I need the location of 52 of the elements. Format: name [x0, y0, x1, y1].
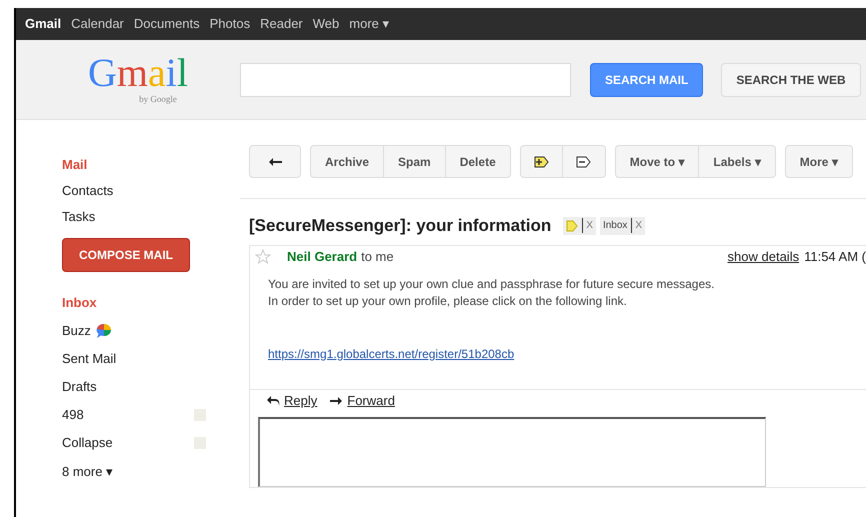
nav-link[interactable]: Photos	[210, 14, 250, 34]
back-button[interactable]	[249, 145, 301, 178]
toolbar-button[interactable]: Spam	[384, 145, 446, 178]
plus-tag-icon	[534, 156, 549, 168]
add-label-button[interactable]	[520, 145, 563, 178]
search-field[interactable]	[240, 62, 571, 96]
more-link[interactable]: 8 more ▾	[62, 462, 240, 480]
nav-link[interactable]: Web	[312, 14, 340, 34]
toolbar-button[interactable]: Move to ▾	[614, 145, 700, 178]
logo-byline: by Google	[138, 92, 177, 106]
right-arrow-icon	[329, 396, 344, 406]
sidebar-folder[interactable]: Sent Mail	[62, 349, 116, 369]
star-icon[interactable]	[255, 249, 271, 264]
search-web-button[interactable]: SEARCH THE WEB	[721, 62, 861, 96]
toolbar-button[interactable]: Archive	[310, 145, 384, 178]
reply-arrow-icon	[266, 395, 280, 407]
nav-link[interactable]: Calendar	[71, 14, 124, 34]
sidebar-link[interactable]: Tasks	[62, 208, 240, 226]
compose-button[interactable]: COMPOSE MAIL	[62, 238, 190, 272]
nav-link[interactable]: more ▾	[349, 14, 390, 34]
sidebar-folder[interactable]: Drafts	[62, 377, 97, 397]
remove-tag-link[interactable]: X	[582, 218, 593, 234]
minus-tag-icon	[576, 156, 592, 168]
forward-link[interactable]: Forward	[329, 391, 395, 411]
recipient-text: to me	[361, 248, 395, 266]
nav-link[interactable]: Reader	[260, 14, 303, 34]
message-link[interactable]: https://smg1.globalcerts.net/register/51b208cb	[268, 346, 514, 362]
sender-name: Neil Gerard	[287, 248, 358, 266]
toolbar-button[interactable]: Labels ▾	[699, 145, 776, 178]
reply-link[interactable]: Reply	[266, 391, 318, 411]
nav-link[interactable]: Documents	[134, 14, 200, 34]
sidebar-label[interactable]: Collapse	[62, 433, 113, 453]
sidebar-label[interactable]: 498	[62, 405, 84, 425]
back-arrow-icon	[268, 156, 282, 166]
sidebar-folder[interactable]: Inbox	[62, 293, 97, 313]
toolbar-button[interactable]: More ▾	[784, 145, 853, 178]
remove-label-button[interactable]	[562, 145, 606, 178]
message-subject: [SecureMessenger]: your information	[249, 215, 552, 237]
reply-text-area[interactable]	[258, 416, 766, 486]
toolbar-button[interactable]: Delete	[446, 145, 511, 178]
nav-link[interactable]: Gmail	[25, 14, 62, 34]
message-time: 11:54 AM (	[804, 248, 866, 266]
message-text: You are invited to set up your own clue and passphrase for future secure messages.	[268, 276, 716, 292]
speech-bubble-icon	[94, 323, 113, 339]
sidebar-folder[interactable]: Buzz	[62, 321, 91, 341]
sidebar-link[interactable]: Mail	[62, 156, 240, 174]
tag-label: Inbox	[602, 219, 628, 234]
show-details-link[interactable]: show details	[728, 246, 800, 266]
sidebar-link[interactable]: Contacts	[62, 182, 240, 200]
remove-tag-link[interactable]: X	[631, 218, 642, 234]
message-text: In order to set up your own profile, please click on the following link.	[268, 292, 628, 310]
logo: Gmail	[88, 52, 188, 93]
